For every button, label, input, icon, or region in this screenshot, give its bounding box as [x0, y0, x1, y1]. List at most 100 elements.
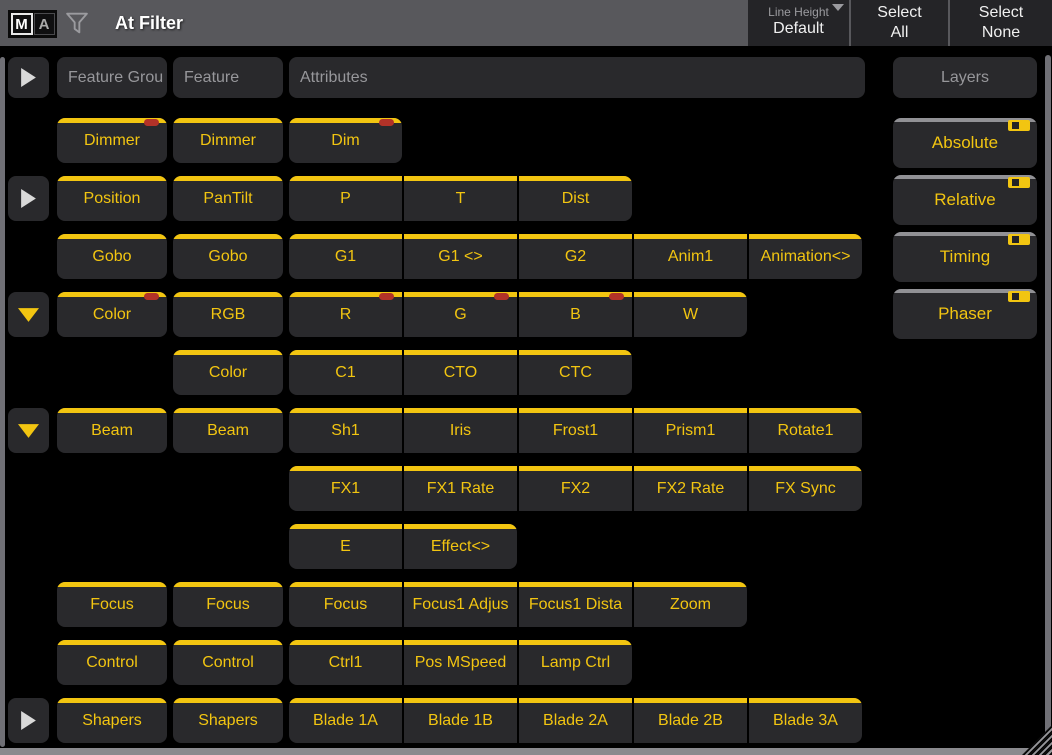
line-height-button[interactable]: Line Height Default: [748, 0, 849, 46]
feature-rgb-button[interactable]: RGB: [173, 292, 283, 337]
attribute-label: E: [289, 524, 402, 569]
attribute-label: FX2 Rate: [634, 466, 747, 511]
attribute-label: Effect<>: [404, 524, 517, 569]
line-height-value: Default: [748, 19, 849, 39]
attribute-group: Blade 1A Blade 1B Blade 2A Blade 2B Blad…: [289, 698, 862, 743]
attribute-blade-2a-button[interactable]: Blade 2A: [519, 698, 632, 743]
attribute-pos-mspeed-button[interactable]: Pos MSpeed: [404, 640, 517, 685]
at-filter-window: M A At Filter Line Height Default Select…: [0, 0, 1052, 755]
attribute-fx1-button[interactable]: FX1: [289, 466, 402, 511]
attribute-blade-1b-button[interactable]: Blade 1B: [404, 698, 517, 743]
attribute-blade-1a-button[interactable]: Blade 1A: [289, 698, 402, 743]
select-all-line2: All: [851, 23, 948, 43]
attribute-group: E Effect<>: [289, 524, 517, 569]
attribute-p-button[interactable]: P: [289, 176, 402, 221]
select-none-line2: None: [950, 23, 1052, 43]
feature-group-gobo-button[interactable]: Gobo: [57, 234, 167, 279]
attribute-blade-2b-button[interactable]: Blade 2B: [634, 698, 747, 743]
attribute-effect-wheel-button[interactable]: Effect<>: [404, 524, 517, 569]
expand-position-button[interactable]: [8, 176, 49, 221]
feature-group-dimmer-button[interactable]: Dimmer: [57, 118, 167, 163]
attribute-fx2-button[interactable]: FX2: [519, 466, 632, 511]
attribute-w-button[interactable]: W: [634, 292, 747, 337]
attribute-label: FX Sync: [749, 466, 862, 511]
feature-gobo-button[interactable]: Gobo: [173, 234, 283, 279]
attribute-g1-wheel-button[interactable]: G1 <>: [404, 234, 517, 279]
feature-dimmer-button[interactable]: Dimmer: [173, 118, 283, 163]
feature-group-shapers-button[interactable]: Shapers: [57, 698, 167, 743]
feature-color-button[interactable]: Color: [173, 350, 283, 395]
feature-group-position-button[interactable]: Position: [57, 176, 167, 221]
select-all-button[interactable]: Select All: [851, 0, 948, 46]
attribute-label: W: [634, 292, 747, 337]
attribute-dim-button[interactable]: Dim: [289, 118, 402, 163]
attribute-label: P: [289, 176, 402, 221]
attribute-r-button[interactable]: R: [289, 292, 402, 337]
feature-group-label: Control: [57, 640, 167, 685]
attribute-ctrl1-button[interactable]: Ctrl1: [289, 640, 402, 685]
collapse-beam-button[interactable]: [8, 408, 49, 453]
attribute-cto-button[interactable]: CTO: [404, 350, 517, 395]
attribute-focus1-distance-button[interactable]: Focus1 Dista: [519, 582, 632, 627]
feature-group-control-button[interactable]: Control: [57, 640, 167, 685]
feature-group-color-button[interactable]: Color: [57, 292, 167, 337]
layer-relative-button[interactable]: Relative: [893, 175, 1037, 225]
scroll-left-arrow-button[interactable]: [8, 57, 49, 98]
attribute-label: Iris: [404, 408, 517, 453]
feature-control-button[interactable]: Control: [173, 640, 283, 685]
attribute-label: Rotate1: [749, 408, 862, 453]
attribute-dist-button[interactable]: Dist: [519, 176, 632, 221]
attribute-c1-button[interactable]: C1: [289, 350, 402, 395]
attribute-iris-button[interactable]: Iris: [404, 408, 517, 453]
attribute-label: Blade 1B: [404, 698, 517, 743]
attribute-rotate1-button[interactable]: Rotate1: [749, 408, 862, 453]
select-none-button[interactable]: Select None: [950, 0, 1052, 46]
feature-group-focus-button[interactable]: Focus: [57, 582, 167, 627]
attribute-fx2-rate-button[interactable]: FX2 Rate: [634, 466, 747, 511]
attribute-label: Zoom: [634, 582, 747, 627]
bottom-window-edge[interactable]: [0, 748, 1052, 755]
layer-phaser-button[interactable]: Phaser: [893, 289, 1037, 339]
attribute-prism1-button[interactable]: Prism1: [634, 408, 747, 453]
collapse-color-button[interactable]: [8, 292, 49, 337]
attribute-g-button[interactable]: G: [404, 292, 517, 337]
attribute-label: G2: [519, 234, 632, 279]
select-none-line1: Select: [950, 3, 1052, 23]
attribute-anim1-button[interactable]: Anim1: [634, 234, 747, 279]
feature-label: Shapers: [173, 698, 283, 743]
attribute-e-button[interactable]: E: [289, 524, 402, 569]
attribute-label: Lamp Ctrl: [519, 640, 632, 685]
attribute-label: G: [404, 292, 517, 337]
feature-group-beam-button[interactable]: Beam: [57, 408, 167, 453]
attribute-fx1-rate-button[interactable]: FX1 Rate: [404, 466, 517, 511]
attribute-zoom-button[interactable]: Zoom: [634, 582, 747, 627]
attribute-g2-button[interactable]: G2: [519, 234, 632, 279]
filter-row-shapers: Shapers Shapers Blade 1A Blade 1B Blade …: [0, 698, 1052, 743]
attribute-animation-wheel-button[interactable]: Animation<>: [749, 234, 862, 279]
feature-beam-button[interactable]: Beam: [173, 408, 283, 453]
layer-absolute-button[interactable]: Absolute: [893, 118, 1037, 168]
attribute-label: Ctrl1: [289, 640, 402, 685]
layer-label: Relative: [893, 175, 1037, 225]
attribute-focus-button[interactable]: Focus: [289, 582, 402, 627]
feature-label: Control: [173, 640, 283, 685]
attribute-blade-3a-button[interactable]: Blade 3A: [749, 698, 862, 743]
vertical-scrollbar-right[interactable]: [1045, 55, 1051, 747]
expand-shapers-button[interactable]: [8, 698, 49, 743]
attribute-frost1-button[interactable]: Frost1: [519, 408, 632, 453]
attribute-focus1-adjust-button[interactable]: Focus1 Adjus: [404, 582, 517, 627]
attribute-b-button[interactable]: B: [519, 292, 632, 337]
attribute-t-button[interactable]: T: [404, 176, 517, 221]
attribute-sh1-button[interactable]: Sh1: [289, 408, 402, 453]
feature-pantilt-button[interactable]: PanTilt: [173, 176, 283, 221]
select-all-line1: Select: [851, 3, 948, 23]
attribute-fx-sync-button[interactable]: FX Sync: [749, 466, 862, 511]
attribute-ctc-button[interactable]: CTC: [519, 350, 632, 395]
layer-timing-button[interactable]: Timing: [893, 232, 1037, 282]
attribute-group: R G B W: [289, 292, 747, 337]
feature-shapers-button[interactable]: Shapers: [173, 698, 283, 743]
feature-focus-button[interactable]: Focus: [173, 582, 283, 627]
attribute-g1-button[interactable]: G1: [289, 234, 402, 279]
vertical-scrollbar-left[interactable]: [0, 57, 5, 747]
attribute-lamp-ctrl-button[interactable]: Lamp Ctrl: [519, 640, 632, 685]
